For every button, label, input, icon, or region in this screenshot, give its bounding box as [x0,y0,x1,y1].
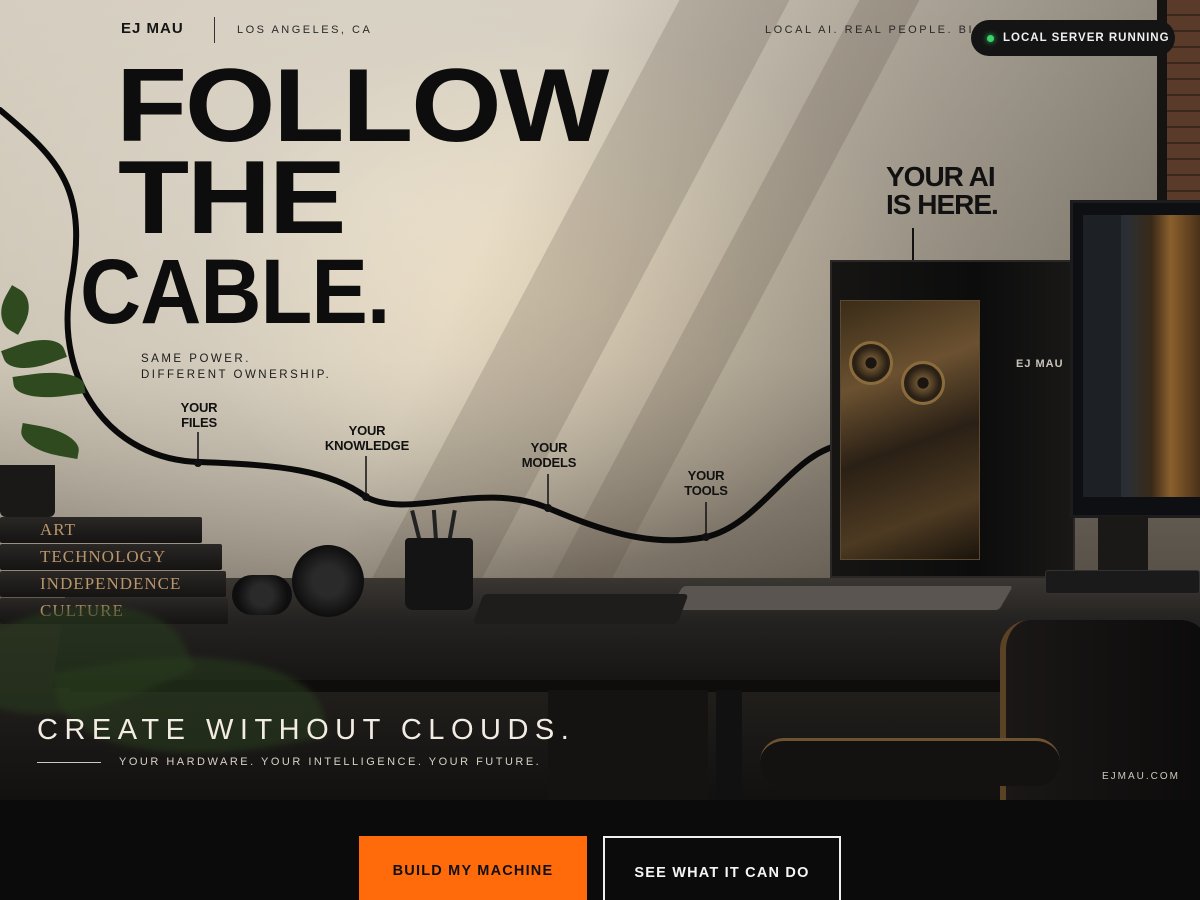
label-line: KNOWLEDGE [324,438,410,453]
server-status-text: LOCAL SERVER RUNNING [1003,32,1170,44]
headline-line-2: THE [118,140,346,256]
cta-bar [0,800,1200,900]
label-line: YOUR [180,400,218,415]
book: TECHNOLOGY [0,544,222,570]
label-your-files: YOUR FILES [172,400,226,430]
label-line: YOUR [348,423,386,438]
see-what-it-can-do-button[interactable]: SEE WHAT IT CAN DO [603,836,841,900]
label-line: MODELS [521,455,577,470]
create-headline: CREATE WITHOUT CLOUDS. [37,714,576,746]
pc-tower: EJ MAU [830,260,1075,578]
files-node [194,459,202,467]
fan-icon [901,361,945,405]
plant-pot [0,465,55,517]
subtext-line-1: SAME POWER. [141,353,251,365]
monitor-screen [1083,215,1200,497]
headline-subtext: SAME POWER. DIFFERENT OWNERSHIP. [141,351,331,383]
build-machine-button[interactable]: BUILD MY MACHINE [359,836,587,900]
header-divider [214,17,215,43]
label-your-knowledge: YOUR KNOWLEDGE [322,423,412,453]
callout-line: YOUR AI [886,161,996,192]
label-line: YOUR [530,440,568,455]
site-url[interactable]: EJMAU.COM [1102,771,1180,782]
callout-line: IS HERE. [886,189,999,220]
pen-cup [405,538,473,610]
create-divider [37,762,101,763]
label-line: YOUR [687,468,725,483]
pc-logo: EJ MAU [1016,358,1064,370]
label-line: TOOLS [684,483,728,498]
knowledge-node [362,493,370,501]
headline-line-3: CABLE. [80,241,390,343]
label-your-models: YOUR MODELS [516,440,582,470]
headphone-cup [292,545,364,617]
create-subtext: YOUR HARDWARE. YOUR INTELLIGENCE. YOUR F… [119,756,542,768]
chair-arm [760,738,1060,786]
notebook [472,594,689,624]
drawing-tablet [669,586,1013,610]
book: INDEPENDENCE [0,571,226,597]
desk-leg [716,690,742,800]
location-text: LOS ANGELES, CA [237,24,373,36]
monitor-sidebar [1083,215,1121,497]
status-dot-icon [987,34,994,42]
monitor-stand [1098,516,1148,570]
tools-node [702,533,710,541]
brand-logo[interactable]: EJ MAU [121,20,184,37]
server-status-badge: LOCAL SERVER RUNNING [971,20,1175,56]
pc-glass-panel [840,300,980,560]
fan-icon [849,341,893,385]
book: ART [0,517,202,543]
label-line: FILES [181,415,217,430]
subtext-line-2: DIFFERENT OWNERSHIP. [141,369,332,381]
header-tagline: LOCAL AI. REAL PEOPLE. BIG [765,24,985,36]
models-node [544,504,552,512]
keyboard [1045,570,1200,594]
headphones [232,545,382,620]
callout-your-ai: YOUR AI IS HERE. [886,161,999,220]
label-your-tools: YOUR TOOLS [680,468,732,498]
monitor [1070,200,1200,518]
headphone-cup [232,575,292,615]
